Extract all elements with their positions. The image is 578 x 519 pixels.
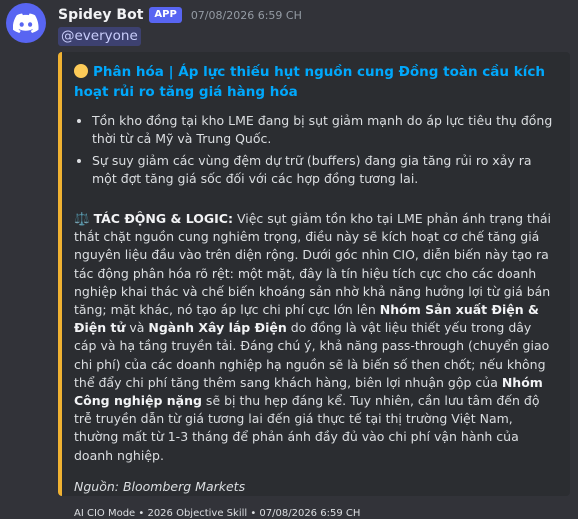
source-line: Nguồn: Bloomberg Markets — [74, 478, 246, 494]
bullet-list: Tồn kho đồng tại kho LME đang bị sụt giả… — [74, 112, 556, 188]
everyone-mention[interactable]: @everyone — [58, 27, 141, 46]
message-timestamp[interactable]: 07/08/2026 6:59 CH — [191, 9, 302, 22]
news-embed: Phân hóa | Áp lực thiếu hụt nguồn cung Đ… — [58, 52, 570, 519]
bot-avatar[interactable] — [6, 3, 46, 43]
impact-paragraph: ⚖️ TÁC ĐỘNG & LOGIC: Việc sụt giảm tồn k… — [74, 210, 556, 465]
yellow-circle-icon — [74, 64, 88, 78]
impact-highlight: Ngành Xây lắp Điện — [148, 320, 287, 336]
bullet-item: Sự suy giảm các vùng đệm dự trữ (buffers… — [92, 152, 556, 188]
embed-title[interactable]: Phân hóa | Áp lực thiếu hụt nguồn cung Đ… — [74, 62, 556, 102]
chat-message: Spidey Bot APP 07/08/2026 6:59 CH @every… — [0, 0, 578, 519]
username[interactable]: Spidey Bot — [58, 7, 143, 23]
impact-label: TÁC ĐỘNG & LOGIC: — [93, 211, 233, 226]
message-header: Spidey Bot APP 07/08/2026 6:59 CH — [58, 5, 302, 25]
embed-title-text: Phân hóa | Áp lực thiếu hụt nguồn cung Đ… — [74, 64, 545, 100]
balance-scale-icon: ⚖️ — [74, 211, 90, 226]
impact-text: và — [125, 320, 149, 336]
discord-logo-icon — [13, 13, 39, 33]
app-badge: APP — [149, 7, 182, 23]
bullet-item: Tồn kho đồng tại kho LME đang bị sụt giả… — [92, 112, 556, 148]
embed-footer: AI CIO Mode • 2026 Objective Skill • 07/… — [74, 507, 361, 519]
